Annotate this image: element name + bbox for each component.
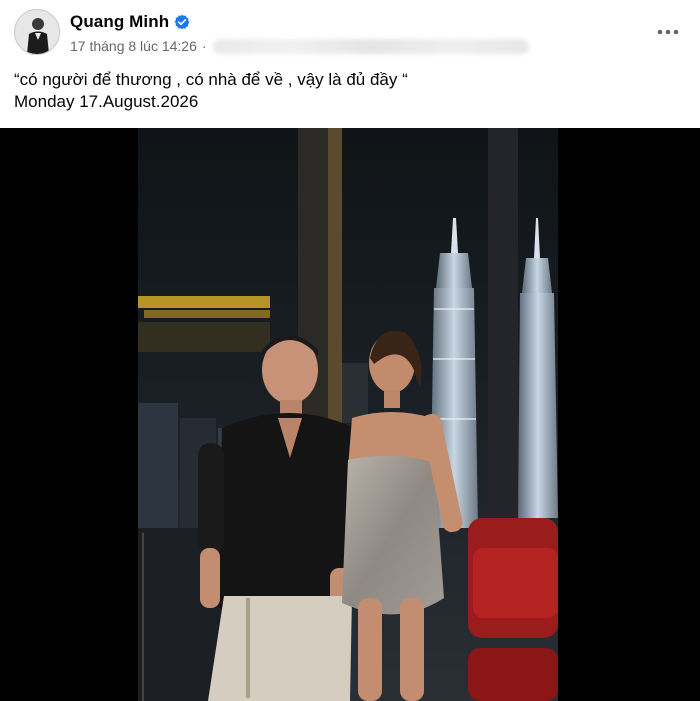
verified-badge-icon xyxy=(174,14,190,30)
post-caption: “có người để thương , có nhà để về , vậy… xyxy=(14,69,686,113)
blurred-audience xyxy=(212,38,529,54)
caption-line-1: “có người để thương , có nhà để về , vậy… xyxy=(14,70,408,89)
photo-couple-night-city xyxy=(138,128,558,701)
author-row: Quang Minh xyxy=(70,12,190,32)
more-options-button[interactable] xyxy=(654,18,682,46)
meta-separator: · xyxy=(201,38,207,54)
post-header: Quang Minh 17 tháng 8 lúc 14:26 · xyxy=(0,0,700,64)
facebook-post: Quang Minh 17 tháng 8 lúc 14:26 · “có ng… xyxy=(0,0,700,701)
post-meta: 17 tháng 8 lúc 14:26 · xyxy=(70,37,529,55)
caption-line-2: Monday 17.August.2026 xyxy=(14,92,199,111)
post-timestamp[interactable]: 17 tháng 8 lúc 14:26 xyxy=(70,38,197,54)
author-avatar[interactable] xyxy=(14,9,60,55)
more-horizontal-icon xyxy=(657,29,679,35)
avatar-photo xyxy=(15,10,59,54)
post-media[interactable] xyxy=(0,128,700,701)
post-photo[interactable] xyxy=(138,128,558,701)
author-name[interactable]: Quang Minh xyxy=(70,12,169,32)
